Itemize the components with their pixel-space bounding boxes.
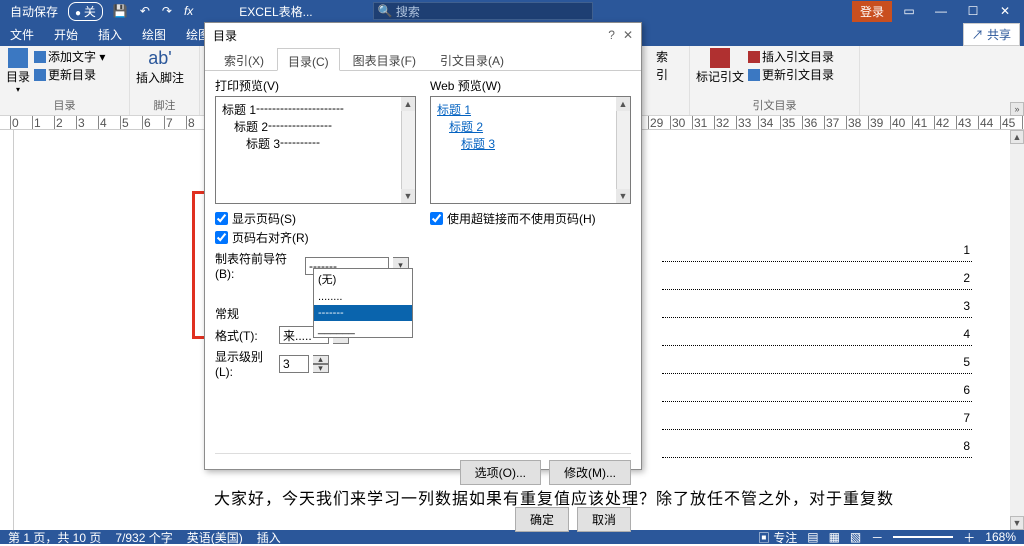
web-scroll-up-icon[interactable]: ▲ bbox=[616, 97, 630, 111]
redo-icon[interactable]: ↷ bbox=[156, 0, 178, 22]
print-preview-row: 标题 2 ----------------3 bbox=[222, 118, 409, 135]
group-label-footnote: 脚注 bbox=[136, 97, 193, 115]
web-preview-link[interactable]: 标题 3 bbox=[437, 135, 624, 152]
levels-label: 显示级别(L): bbox=[215, 348, 275, 379]
toc-row: 8 bbox=[662, 434, 972, 458]
toc-row: 4 bbox=[662, 322, 972, 346]
web-preview-box: 标题 1标题 2标题 3 ▲ ▼ bbox=[430, 96, 631, 204]
toc-button[interactable]: 目录▾ bbox=[6, 48, 30, 94]
status-page[interactable]: 第 1 页，共 10 页 bbox=[8, 529, 101, 546]
format-label: 格式(T): bbox=[215, 327, 275, 344]
login-button[interactable]: 登录 bbox=[852, 1, 892, 22]
view-web-icon[interactable]: ▧ bbox=[850, 530, 861, 544]
search-input[interactable]: 🔍 搜索 bbox=[373, 2, 593, 20]
mark-citation-button[interactable]: 标记引文 bbox=[696, 48, 744, 85]
toc-row: 5 bbox=[662, 350, 972, 374]
add-text-button[interactable]: 添加文字 ▾ bbox=[34, 48, 105, 65]
options-button[interactable]: 选项(O)... bbox=[460, 460, 541, 485]
minimize-icon[interactable]: ― bbox=[926, 4, 956, 18]
document-name: EXCEL表格... bbox=[239, 3, 312, 20]
levels-input[interactable] bbox=[279, 355, 309, 373]
print-preview-box: 标题 1 ----------------------1标题 2 -------… bbox=[215, 96, 416, 204]
dialog-close-icon[interactable]: ✕ bbox=[623, 28, 633, 42]
dialog-tab-0[interactable]: 索引(X) bbox=[213, 47, 275, 70]
dropdown-item[interactable]: ........ bbox=[314, 289, 412, 305]
zoom-out-icon[interactable]: － bbox=[871, 529, 883, 546]
web-preview-link[interactable]: 标题 1 bbox=[437, 101, 624, 118]
toc-row: 1 bbox=[662, 238, 972, 262]
menu-insert[interactable]: 插入 bbox=[88, 22, 132, 46]
ribbon-scroll-icon[interactable]: » bbox=[1010, 102, 1024, 116]
undo-icon[interactable]: ↶ bbox=[134, 0, 156, 22]
toc-row: 7 bbox=[662, 406, 972, 430]
dropdown-item[interactable]: (无) bbox=[314, 269, 412, 289]
preview-scroll-up-icon[interactable]: ▲ bbox=[401, 97, 415, 111]
menu-file[interactable]: 文件 bbox=[0, 22, 44, 46]
insert-citation-toc-button[interactable]: 插入引文目录 bbox=[748, 48, 834, 65]
ruler-vertical[interactable] bbox=[0, 130, 14, 530]
dialog-tab-1[interactable]: 目录(C) bbox=[277, 48, 340, 71]
ok-button[interactable]: 确定 bbox=[515, 507, 569, 532]
zoom-value[interactable]: 168% bbox=[985, 530, 1016, 544]
menu-draw[interactable]: 绘图 bbox=[132, 22, 176, 46]
toc-row: 2 bbox=[662, 266, 972, 290]
dialog-tab-3[interactable]: 引文目录(A) bbox=[429, 47, 515, 70]
view-print-icon[interactable]: ▤ bbox=[807, 530, 818, 544]
toc-row: 6 bbox=[662, 378, 972, 402]
autosave-toggle[interactable]: ● 关 bbox=[68, 2, 103, 21]
web-preview-link[interactable]: 标题 2 bbox=[437, 118, 624, 135]
dialog-title: 目录 bbox=[213, 27, 237, 44]
dialog-tab-2[interactable]: 图表目录(F) bbox=[342, 47, 427, 70]
index-item2[interactable]: 引 bbox=[656, 66, 683, 83]
preview-scroll-down-icon[interactable]: ▼ bbox=[401, 189, 415, 203]
share-button[interactable]: ↗ 共享 bbox=[963, 23, 1020, 46]
status-words[interactable]: 7/932 个字 bbox=[115, 529, 172, 546]
show-page-checkbox[interactable]: 显示页码(S) bbox=[215, 210, 416, 227]
zoom-slider[interactable] bbox=[893, 536, 953, 538]
update-toc-button[interactable]: 更新目录 bbox=[34, 66, 105, 83]
use-hyperlinks-checkbox[interactable]: 使用超链接而不使用页码(H) bbox=[430, 210, 631, 227]
levels-down-icon[interactable]: ▾ bbox=[313, 364, 329, 373]
index-item[interactable]: 索 bbox=[656, 48, 683, 65]
group-label-toc: 目录 bbox=[6, 97, 123, 115]
fx-icon[interactable]: fx bbox=[178, 0, 199, 22]
dropdown-item[interactable]: ------- bbox=[314, 305, 412, 321]
right-align-checkbox[interactable]: 页码右对齐(R) bbox=[215, 229, 416, 246]
update-citation-toc-button[interactable]: 更新引文目录 bbox=[748, 66, 834, 83]
view-read-icon[interactable]: ▦ bbox=[829, 530, 840, 544]
print-preview-label: 打印预览(V) bbox=[215, 79, 279, 93]
group-label-citation: 引文目录 bbox=[696, 97, 853, 115]
print-preview-row: 标题 3 ----------5 bbox=[222, 135, 409, 152]
toc-row: 3 bbox=[662, 294, 972, 318]
print-preview-row: 标题 1 ----------------------1 bbox=[222, 101, 409, 118]
dropdown-item[interactable]: ______ bbox=[314, 321, 412, 337]
dialog-help-icon[interactable]: ? bbox=[608, 28, 615, 42]
ribbon-mode-icon[interactable]: ▭ bbox=[894, 4, 924, 18]
maximize-icon[interactable]: ☐ bbox=[958, 4, 988, 18]
tab-leader-dropdown: (无)........-------______ bbox=[313, 268, 413, 338]
zoom-in-icon[interactable]: ＋ bbox=[963, 529, 975, 546]
cancel-button[interactable]: 取消 bbox=[577, 507, 631, 532]
focus-mode-button[interactable]: ▣ 专注 bbox=[758, 529, 797, 546]
tab-leader-label: 制表符前导符(B): bbox=[215, 250, 301, 281]
close-icon[interactable]: ✕ bbox=[990, 4, 1020, 18]
web-scroll-down-icon[interactable]: ▼ bbox=[616, 189, 630, 203]
save-icon[interactable]: 💾 bbox=[107, 0, 134, 22]
scroll-up-icon[interactable]: ▲ bbox=[1010, 130, 1024, 144]
web-preview-label: Web 预览(W) bbox=[430, 79, 501, 93]
insert-footnote-button[interactable]: ab'插入脚注 bbox=[136, 48, 184, 86]
menu-home[interactable]: 开始 bbox=[44, 22, 88, 46]
autosave-label: 自动保存 bbox=[4, 0, 64, 22]
modify-button[interactable]: 修改(M)... bbox=[549, 460, 631, 485]
toc-dialog: 目录 ? ✕ 索引(X)目录(C)图表目录(F)引文目录(A) 打印预览(V) … bbox=[204, 22, 642, 470]
